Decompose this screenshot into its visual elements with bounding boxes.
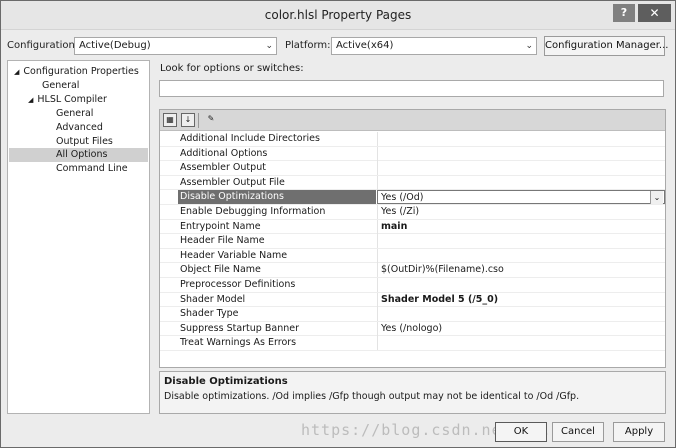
- chevron-down-icon: ⌄: [525, 41, 533, 51]
- category-tree[interactable]: ◢ Configuration Properties General ◢ HLSL …: [7, 60, 150, 414]
- property-row[interactable]: Assembler Output: [160, 161, 665, 176]
- categorized-icon[interactable]: ▦: [163, 113, 177, 127]
- property-row[interactable]: Shader Model Shader Model 5 (/5_0): [160, 292, 665, 308]
- tree-item-command-line[interactable]: Command Line: [56, 162, 128, 176]
- description-text: Disable optimizations. /Od implies /Gfp …: [164, 391, 580, 402]
- window-title: color.hlsl Property Pages: [264, 8, 412, 22]
- property-value[interactable]: main: [377, 219, 665, 234]
- property-value[interactable]: [377, 278, 665, 292]
- property-value[interactable]: Shader Model 5 (/5_0): [377, 292, 665, 307]
- property-value-dropdown[interactable]: Yes (/Od) ⌄: [377, 190, 665, 205]
- property-value[interactable]: Yes (/Zi): [377, 205, 665, 219]
- chevron-down-icon: ⌄: [265, 41, 273, 51]
- description-title: Disable Optimizations: [164, 376, 288, 387]
- close-icon: ✕: [649, 6, 660, 20]
- property-row[interactable]: Entrypoint Name main: [160, 219, 665, 235]
- property-row[interactable]: Enable Debugging Information Yes (/Zi): [160, 205, 665, 220]
- property-row[interactable]: Suppress Startup Banner Yes (/nologo): [160, 321, 665, 337]
- tree-item-all-options[interactable]: All Options: [9, 148, 148, 162]
- tree-item-output-files[interactable]: Output Files: [56, 135, 113, 149]
- property-value[interactable]: [377, 336, 665, 351]
- property-name: Suppress Startup Banner: [180, 322, 299, 334]
- tree-item-advanced[interactable]: Advanced: [56, 121, 103, 135]
- configuration-value: Active(Debug): [79, 40, 151, 51]
- toolbar-separator: [198, 113, 199, 128]
- property-value[interactable]: [377, 132, 665, 146]
- platform-value: Active(x64): [336, 40, 394, 51]
- configuration-label: Configuration:: [7, 40, 79, 51]
- property-name: Additional Options: [180, 147, 268, 159]
- expanded-triangle-icon: ◢: [14, 68, 20, 76]
- apply-button[interactable]: Apply: [613, 422, 665, 442]
- property-name: Assembler Output File: [180, 176, 285, 188]
- property-row[interactable]: Additional Options: [160, 146, 665, 162]
- tree-item-configuration-properties[interactable]: ◢ Configuration Properties: [14, 65, 139, 79]
- property-name: Disable Optimizations: [178, 190, 376, 205]
- property-row[interactable]: Assembler Output File: [160, 175, 665, 191]
- property-grid[interactable]: ▦ ↓ ✎ Additional Include Directories Add…: [159, 109, 666, 368]
- tree-item-hlsl-compiler[interactable]: ◢ HLSL Compiler: [28, 93, 107, 107]
- property-name: Object File Name: [180, 264, 261, 276]
- property-value[interactable]: [377, 146, 665, 161]
- property-row[interactable]: Preprocessor Definitions: [160, 278, 665, 293]
- property-row[interactable]: Header Variable Name: [160, 248, 665, 264]
- property-value[interactable]: [377, 234, 665, 249]
- property-pages-window: color.hlsl Property Pages ? ✕ Configurat…: [0, 0, 676, 448]
- property-name: Enable Debugging Information: [180, 206, 326, 217]
- property-value[interactable]: [377, 307, 665, 322]
- property-name: Preprocessor Definitions: [180, 279, 296, 290]
- ok-button[interactable]: OK: [495, 422, 547, 442]
- expanded-triangle-icon: ◢: [28, 96, 34, 104]
- property-name: Header File Name: [180, 235, 265, 247]
- property-row-selected[interactable]: Disable Optimizations Yes (/Od) ⌄: [160, 190, 665, 205]
- chevron-down-icon[interactable]: ⌄: [650, 191, 663, 205]
- alphabetical-icon[interactable]: ↓: [181, 113, 195, 127]
- description-panel: Disable Optimizations Disable optimizati…: [159, 371, 666, 414]
- platform-label: Platform:: [285, 40, 331, 51]
- property-name: Assembler Output: [180, 162, 266, 174]
- property-value[interactable]: [377, 248, 665, 263]
- search-label: Look for options or switches:: [160, 63, 304, 74]
- property-value[interactable]: [377, 161, 665, 176]
- help-button[interactable]: ?: [613, 4, 635, 22]
- platform-dropdown[interactable]: Active(x64) ⌄: [331, 37, 537, 55]
- configuration-manager-button[interactable]: Configuration Manager...: [544, 36, 668, 56]
- title-bar[interactable]: color.hlsl Property Pages ? ✕: [1, 1, 675, 30]
- property-row[interactable]: Object File Name $(OutDir)%(Filename).cs…: [160, 263, 665, 278]
- property-row[interactable]: Treat Warnings As Errors: [160, 336, 665, 351]
- property-name: Treat Warnings As Errors: [180, 337, 297, 349]
- grid-toolbar: ▦ ↓ ✎: [160, 110, 665, 131]
- property-row[interactable]: Additional Include Directories: [160, 132, 665, 147]
- search-input[interactable]: [159, 80, 664, 97]
- property-value[interactable]: $(OutDir)%(Filename).cso: [377, 263, 665, 278]
- tree-item-general[interactable]: General: [42, 79, 79, 93]
- property-name: Additional Include Directories: [180, 133, 320, 144]
- property-name: Entrypoint Name: [180, 220, 261, 232]
- cancel-button[interactable]: Cancel: [552, 422, 604, 442]
- close-button[interactable]: ✕: [638, 4, 671, 22]
- property-row[interactable]: Shader Type: [160, 307, 665, 322]
- tree-item-hlsl-general[interactable]: General: [56, 107, 93, 121]
- configuration-dropdown[interactable]: Active(Debug) ⌄: [74, 37, 277, 55]
- property-value[interactable]: Yes (/nologo): [377, 321, 665, 336]
- wrench-icon[interactable]: ✎: [204, 113, 218, 127]
- property-row[interactable]: Header File Name: [160, 234, 665, 249]
- property-name: Shader Model: [180, 293, 246, 305]
- property-name: Header Variable Name: [180, 249, 288, 261]
- property-name: Shader Type: [180, 308, 239, 320]
- property-value[interactable]: [377, 175, 665, 190]
